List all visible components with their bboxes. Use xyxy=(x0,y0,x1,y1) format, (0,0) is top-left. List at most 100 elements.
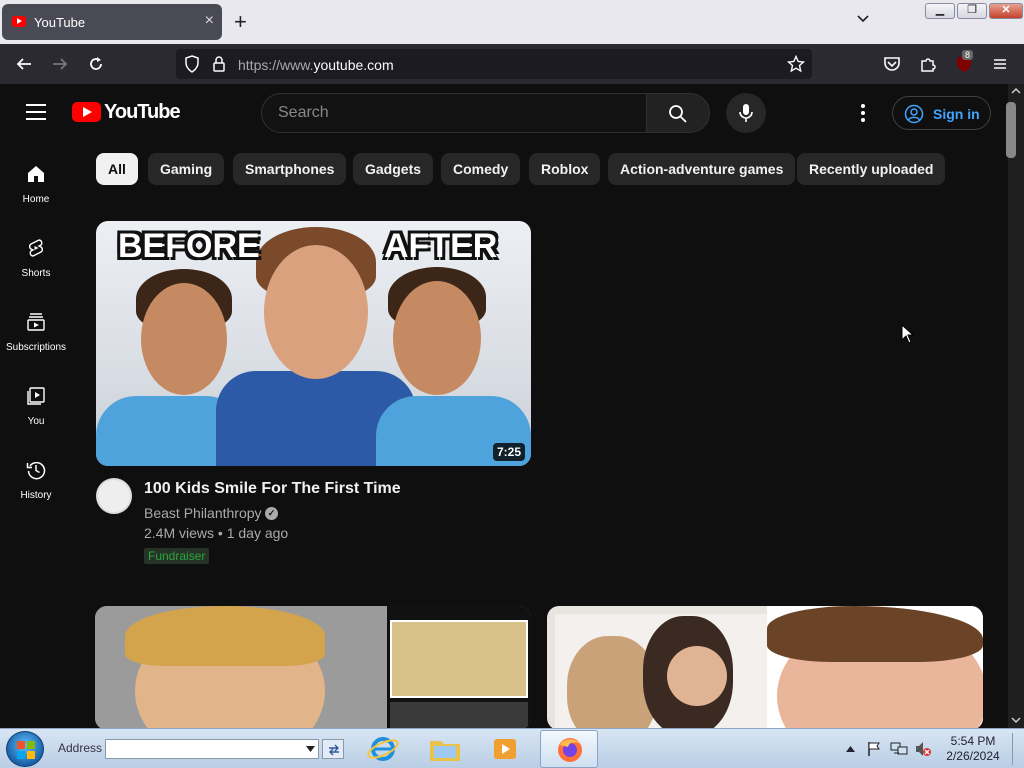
fundraiser-badge: Fundraiser xyxy=(144,548,210,564)
system-clock[interactable]: 5:54 PM 2/26/2024 xyxy=(938,734,1008,764)
restore-button[interactable]: ❐ xyxy=(957,3,987,19)
subscriptions-icon xyxy=(27,313,45,331)
chip-all[interactable]: All xyxy=(96,153,138,185)
action-center-flag-icon[interactable] xyxy=(866,741,882,757)
thumbnail-text-after: AFTER xyxy=(384,227,498,265)
browser-tab[interactable]: YouTube × xyxy=(2,4,222,40)
video-thumbnail[interactable] xyxy=(95,606,531,730)
address-go-button[interactable] xyxy=(322,739,344,759)
media-player-icon[interactable] xyxy=(488,733,522,765)
sidebar-item-label: Home xyxy=(22,194,50,205)
reload-icon[interactable] xyxy=(87,55,105,73)
clock-date: 2/26/2024 xyxy=(946,749,1000,763)
url-bar[interactable]: https://www.youtube.com xyxy=(176,49,812,79)
browser-tab-bar: YouTube × + ▁ ❐ ✕ xyxy=(0,0,1024,44)
new-tab-icon[interactable]: + xyxy=(234,9,247,35)
youtube-logo-icon[interactable] xyxy=(72,102,101,122)
chip-action-adventure-games[interactable]: Action-adventure games xyxy=(608,153,796,185)
sidebar-item-label: Shorts xyxy=(21,268,51,279)
show-desktop-button[interactable] xyxy=(1012,733,1022,765)
network-icon[interactable] xyxy=(890,741,908,757)
thumbnail-face-right xyxy=(393,281,481,395)
thumbnail-hair xyxy=(125,606,325,666)
video-thumbnail[interactable]: BEFORE AFTER xyxy=(96,221,531,466)
browser-nav-bar: https://www.youtube.com 8 xyxy=(0,44,1024,84)
microphone-icon xyxy=(739,104,753,122)
sidebar-item-label: You xyxy=(27,416,45,427)
scroll-up-arrow-icon[interactable] xyxy=(1011,87,1021,95)
shield-icon[interactable] xyxy=(184,55,200,73)
chip-comedy[interactable]: Comedy xyxy=(441,153,521,185)
youtube-favicon-icon xyxy=(12,16,26,27)
chip-gadgets[interactable]: Gadgets xyxy=(353,153,434,185)
thumbnail-face xyxy=(667,646,727,706)
home-icon xyxy=(28,166,44,182)
sidebar-item-subscriptions[interactable]: Subscriptions xyxy=(0,304,72,368)
library-icon xyxy=(27,387,45,405)
address-toolbar-input[interactable] xyxy=(105,739,319,759)
video-meta: 2.4M views • 1 day ago xyxy=(144,525,289,541)
sidebar-item-history[interactable]: History xyxy=(0,452,72,516)
search-button[interactable] xyxy=(646,93,710,133)
sidebar-item-label: Subscriptions xyxy=(5,342,67,353)
mouse-cursor-icon xyxy=(901,324,915,344)
thumbnail-video-tile xyxy=(390,702,528,730)
settings-more-icon[interactable] xyxy=(861,104,865,122)
sidebar-item-label: History xyxy=(20,490,52,501)
channel-name[interactable]: Beast Philanthropy xyxy=(144,505,262,521)
thumbnail-text-before: BEFORE xyxy=(118,227,260,265)
sidebar-item-home[interactable]: Home xyxy=(0,156,72,220)
sign-in-label: Sign in xyxy=(933,106,980,122)
volume-muted-icon[interactable] xyxy=(914,741,932,757)
hamburger-menu-icon[interactable] xyxy=(991,55,1009,73)
dropdown-arrow-icon[interactable] xyxy=(306,746,315,752)
window-close-button[interactable]: ✕ xyxy=(989,3,1023,19)
pocket-icon[interactable] xyxy=(883,55,901,73)
forward-arrow-icon[interactable] xyxy=(51,55,69,73)
history-icon xyxy=(26,461,46,480)
chevron-down-icon[interactable] xyxy=(856,12,870,26)
chip-recently-uploaded[interactable]: Recently uploaded xyxy=(797,153,946,185)
show-hidden-icons-icon[interactable] xyxy=(846,745,855,752)
windows-taskbar: Address 5:54 PM 2/26/2024 xyxy=(0,728,1024,768)
sidebar-item-you[interactable]: You xyxy=(0,378,72,442)
go-arrows-icon xyxy=(329,744,339,756)
chip-gaming[interactable]: Gaming xyxy=(148,153,225,185)
youtube-logo-text[interactable]: YouTube xyxy=(104,101,181,124)
firefox-icon xyxy=(558,738,582,762)
thumbnail-face-center xyxy=(264,245,368,379)
internet-explorer-icon[interactable] xyxy=(366,733,400,765)
extensions-puzzle-icon[interactable] xyxy=(919,55,937,73)
clock-time: 5:54 PM xyxy=(950,734,996,748)
search-icon xyxy=(669,105,687,123)
video-thumbnail[interactable] xyxy=(547,606,983,730)
scrollbar-thumb[interactable] xyxy=(1006,102,1016,158)
sidebar-item-shorts[interactable]: Shorts xyxy=(0,230,72,294)
guide-menu-icon[interactable] xyxy=(26,104,46,120)
back-arrow-icon[interactable] xyxy=(15,55,33,73)
tab-title: YouTube xyxy=(34,15,86,30)
channel-avatar[interactable] xyxy=(96,478,132,514)
address-toolbar-label: Address xyxy=(58,741,103,755)
windows-logo-icon xyxy=(17,741,35,759)
search-input[interactable] xyxy=(261,93,647,133)
account-icon xyxy=(904,104,924,124)
close-tab-icon[interactable]: × xyxy=(205,12,214,30)
voice-search-button[interactable] xyxy=(726,93,766,133)
video-duration: 7:25 xyxy=(493,443,526,461)
video-title[interactable]: 100 Kids Smile For The First Time xyxy=(144,480,401,498)
minimize-button[interactable]: ▁ xyxy=(925,3,955,19)
lock-icon[interactable] xyxy=(212,55,226,73)
verified-check-icon: ✓ xyxy=(265,507,278,520)
start-button[interactable] xyxy=(6,731,44,767)
file-explorer-icon[interactable] xyxy=(428,733,462,765)
chip-smartphones[interactable]: Smartphones xyxy=(233,153,347,185)
scroll-down-arrow-icon[interactable] xyxy=(1011,716,1021,724)
url-text[interactable]: https://www.youtube.com xyxy=(238,57,394,73)
taskbar-firefox-button[interactable] xyxy=(540,730,598,768)
youtube-header: YouTube Sign in xyxy=(0,84,1008,142)
bookmark-star-icon[interactable] xyxy=(787,55,805,73)
chip-roblox[interactable]: Roblox xyxy=(529,153,601,185)
sign-in-button[interactable]: Sign in xyxy=(892,96,991,130)
page-scrollbar[interactable] xyxy=(1008,84,1024,730)
